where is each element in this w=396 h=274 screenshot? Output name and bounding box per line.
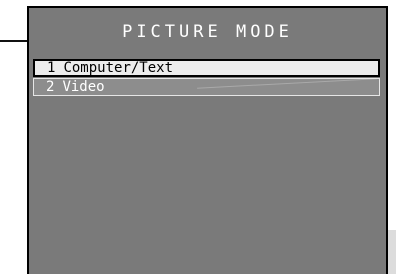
menu-item-video[interactable]: 2 Video xyxy=(33,78,380,96)
menu-item-computer-text[interactable]: 1 Computer/Text xyxy=(33,59,380,77)
callout-leader-line xyxy=(0,40,27,42)
picture-mode-osd-menu: PICTURE MODE 1 Computer/Text 2 Video xyxy=(27,6,388,274)
menu-options-list: 1 Computer/Text 2 Video xyxy=(33,59,380,96)
menu-item-number: 2 xyxy=(46,79,55,95)
menu-title: PICTURE MODE xyxy=(122,22,293,42)
menu-item-label: Video xyxy=(62,79,105,95)
menu-item-number: 1 xyxy=(47,60,56,76)
highlight-glint xyxy=(197,79,377,89)
edge-shadow xyxy=(388,230,396,274)
menu-item-label: Computer/Text xyxy=(63,60,174,76)
